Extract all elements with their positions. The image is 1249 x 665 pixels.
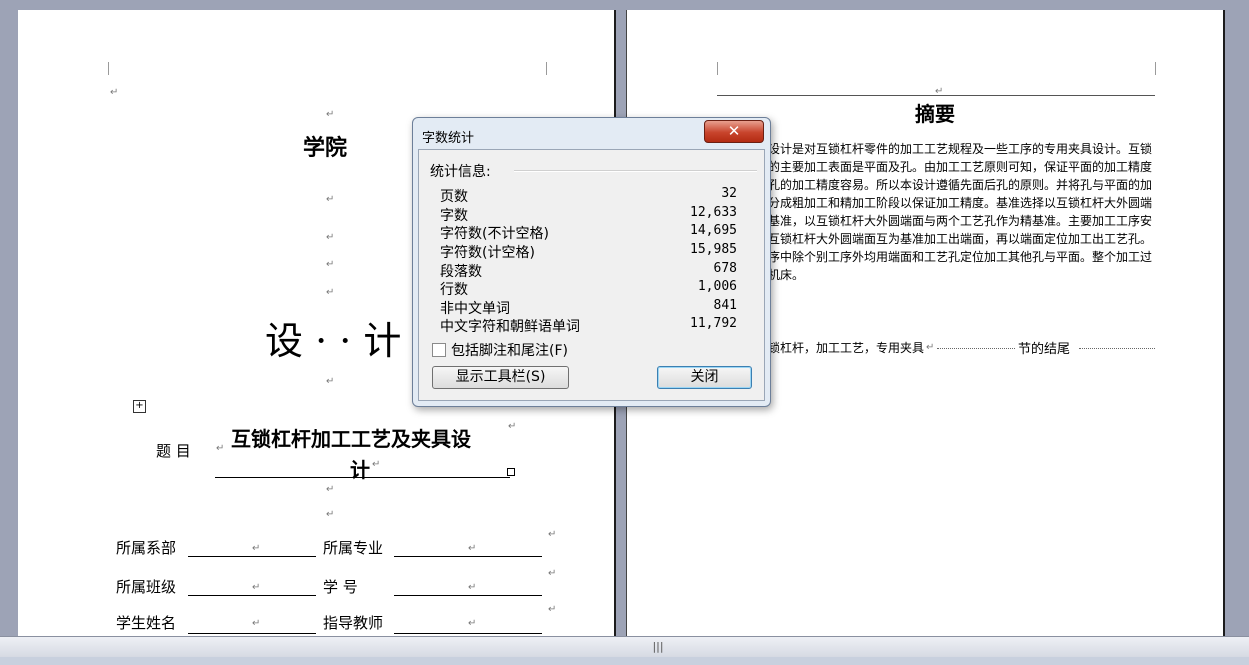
field-line-student-id[interactable] (394, 595, 542, 596)
topic-underline (215, 477, 510, 478)
abstract-line: 序中除个别工序外均用端面和工艺孔定位加工其他孔与平面。整个加工过 (768, 250, 1153, 264)
field-label-student-id: 学 号 (323, 578, 358, 596)
design-heading: 设 · · 计 (265, 319, 402, 363)
stat-value: 1,006 (697, 279, 737, 294)
abstract-line: 的主要加工表面是平面及孔。由加工工艺原则可知，保证平面的加工精度 (768, 160, 1153, 174)
include-footnotes-checkbox[interactable] (432, 343, 446, 357)
stat-row: 字符数(计空格) 15,985 (440, 242, 737, 261)
header-rule (717, 95, 1155, 96)
status-bar (0, 657, 1249, 665)
stat-value: 678 (713, 261, 737, 276)
abstract-line: 互锁杠杆大外圆端面互为基准加工出端面，再以端面定位加工出工艺孔。 (768, 232, 1153, 246)
stat-value: 11,792 (690, 316, 737, 331)
field-line-department[interactable] (188, 556, 316, 557)
topic-label: 题 目 (156, 442, 191, 460)
field-line-student-name[interactable] (188, 633, 316, 634)
field-label-department: 所属系部 (116, 539, 177, 557)
horizontal-scrollbar[interactable]: ||| (0, 636, 1249, 657)
stat-value: 32 (721, 186, 737, 201)
crop-mark (546, 62, 547, 75)
paragraph-mark-icon: ↵ (326, 109, 335, 120)
stat-label: 字数 (440, 208, 468, 224)
dialog-title: 字数统计 (422, 131, 475, 146)
section-break-line (1079, 348, 1155, 349)
paragraph-mark-icon: ↵ (468, 543, 477, 554)
paragraph-mark-icon: ↵ (508, 421, 517, 432)
paragraph-mark-icon: ↵ (326, 509, 335, 520)
statistics-heading: 统计信息: (430, 164, 491, 180)
abstract-title: 摘要 (915, 102, 955, 126)
paragraph-mark-icon: ↵ (326, 232, 335, 243)
table-resize-handle[interactable] (507, 468, 515, 476)
stat-label: 段落数 (440, 264, 482, 280)
field-label-major: 所属专业 (323, 539, 384, 557)
word-count-dialog[interactable]: 字数统计 ✕ 统计信息: 页数 32 字数 12,633 字符数(不计空格) 1… (412, 117, 771, 407)
paragraph-mark-icon: ↵ (548, 604, 557, 615)
paragraph-mark-icon: ↵ (252, 543, 261, 554)
institute-title: 学院 (303, 135, 348, 161)
abstract-line: 基准，以互锁杠杆大外圆端面与两个工艺孔作为精基准。主要加工工序安 (768, 214, 1153, 228)
topic-title-line2: 计 (350, 458, 370, 482)
show-toolbar-button[interactable]: 显示工具栏(S) (432, 366, 569, 389)
stat-row: 页数 32 (440, 186, 737, 205)
crop-mark (717, 62, 718, 75)
stat-row: 行数 1,006 (440, 279, 737, 298)
abstract-line: 孔的加工精度容易。所以本设计遵循先面后孔的原则。并将孔与平面的加 (768, 178, 1153, 192)
stat-label: 非中文单词 (440, 301, 510, 317)
close-button[interactable]: 关闭 (657, 366, 752, 389)
paragraph-mark-icon: ↵ (326, 287, 335, 298)
stat-value: 15,985 (690, 242, 737, 257)
paragraph-mark-icon: ↵ (326, 259, 335, 270)
stat-label: 字符数(不计空格) (440, 226, 549, 242)
crop-mark (1155, 62, 1156, 75)
stat-value: 12,633 (690, 205, 737, 220)
paragraph-mark-icon: ↵ (548, 568, 557, 579)
paragraph-mark-icon: ↵ (252, 618, 261, 629)
stat-row: 非中文单词 841 (440, 298, 737, 317)
paragraph-mark-icon: ↵ (372, 459, 381, 470)
stat-row: 中文字符和朝鲜语单词 11,792 (440, 316, 737, 335)
field-label-student-name: 学生姓名 (116, 614, 177, 632)
close-icon[interactable]: ✕ (704, 120, 764, 143)
paragraph-mark-icon: ↵ (468, 618, 477, 629)
paragraph-mark-icon: ↵ (326, 484, 335, 495)
paragraph-mark-icon: ↵ (216, 443, 225, 454)
crop-mark (108, 62, 109, 75)
paragraph-mark-icon: ↵ (252, 582, 261, 593)
field-label-advisor: 指导教师 (323, 614, 384, 632)
field-label-class: 所属班级 (116, 578, 177, 596)
keywords: 锁杠杆，加工工艺，专用夹具 (768, 341, 925, 355)
field-line-major[interactable] (394, 556, 542, 557)
paragraph-mark-icon: ↵ (110, 87, 119, 98)
section-end-label: 节的结尾 (1018, 342, 1071, 357)
section-break-line (937, 348, 1015, 349)
abstract-line: 设计是对互锁杠杆零件的加工工艺规程及一些工序的专用夹具设计。互锁 (768, 142, 1153, 156)
paragraph-mark-icon: ↵ (548, 529, 557, 540)
stat-value: 14,695 (690, 223, 737, 238)
field-line-class[interactable] (188, 595, 316, 596)
include-footnotes-label[interactable]: 包括脚注和尾注(F) (451, 340, 568, 360)
stat-label: 中文字符和朝鲜语单词 (440, 319, 580, 335)
stat-row: 段落数 678 (440, 261, 737, 280)
scrollbar-grip-icon[interactable]: ||| (652, 640, 664, 653)
group-separator (514, 170, 757, 172)
abstract-line: 分成粗加工和精加工阶段以保证加工精度。基准选择以互锁杠杆大外圆端 (768, 196, 1153, 210)
stat-row: 字符数(不计空格) 14,695 (440, 223, 737, 242)
paragraph-mark-icon: ↵ (326, 194, 335, 205)
stat-value: 841 (713, 298, 737, 313)
stat-label: 行数 (440, 282, 468, 298)
topic-title-line1: 互锁杠杆加工工艺及夹具设 (231, 427, 471, 451)
stat-label: 页数 (440, 189, 468, 205)
paragraph-mark-icon: ↵ (926, 342, 935, 353)
stat-row: 字数 12,633 (440, 205, 737, 224)
paragraph-mark-icon: ↵ (326, 376, 335, 387)
table-move-icon[interactable]: + (133, 400, 146, 413)
stat-label: 字符数(计空格) (440, 245, 535, 261)
abstract-line: 机床。 (768, 268, 805, 282)
paragraph-mark-icon: ↵ (468, 582, 477, 593)
dialog-body: 统计信息: 页数 32 字数 12,633 字符数(不计空格) 14,695 字… (418, 149, 765, 401)
field-line-advisor[interactable] (394, 633, 542, 634)
